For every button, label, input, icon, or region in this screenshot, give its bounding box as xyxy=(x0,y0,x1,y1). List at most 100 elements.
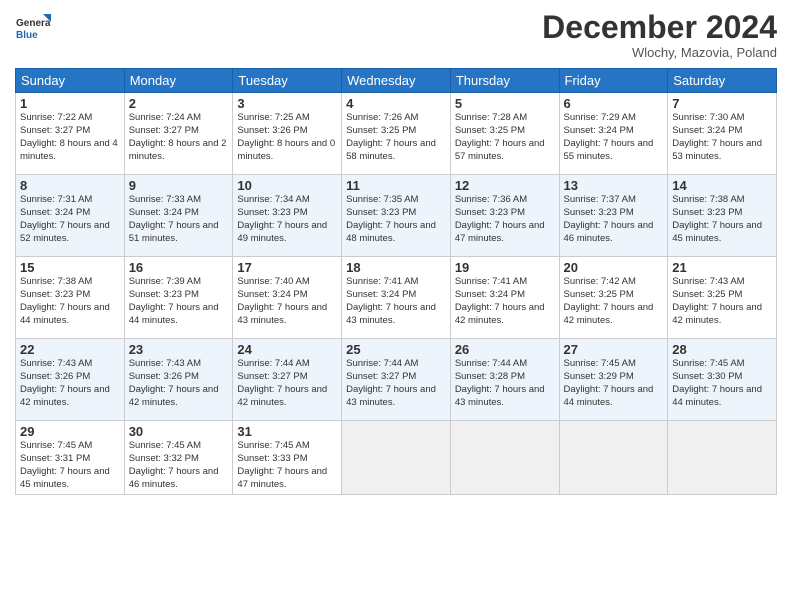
calendar-week-row: 1 Sunrise: 7:22 AMSunset: 3:27 PMDayligh… xyxy=(16,93,777,175)
logo-svg: General Blue xyxy=(15,10,51,46)
cell-info: Sunrise: 7:40 AMSunset: 3:24 PMDaylight:… xyxy=(237,276,337,327)
day-number: 29 xyxy=(20,424,120,439)
cell-info: Sunrise: 7:38 AMSunset: 3:23 PMDaylight:… xyxy=(20,276,120,327)
cell-info: Sunrise: 7:41 AMSunset: 3:24 PMDaylight:… xyxy=(346,276,446,327)
table-row: 17 Sunrise: 7:40 AMSunset: 3:24 PMDaylig… xyxy=(233,257,342,339)
table-row: 1 Sunrise: 7:22 AMSunset: 3:27 PMDayligh… xyxy=(16,93,125,175)
header-monday: Monday xyxy=(124,69,233,93)
calendar-week-row: 22 Sunrise: 7:43 AMSunset: 3:26 PMDaylig… xyxy=(16,339,777,421)
cell-info: Sunrise: 7:28 AMSunset: 3:25 PMDaylight:… xyxy=(455,112,555,163)
day-number: 1 xyxy=(20,96,120,111)
table-row: 20 Sunrise: 7:42 AMSunset: 3:25 PMDaylig… xyxy=(559,257,668,339)
cell-info: Sunrise: 7:22 AMSunset: 3:27 PMDaylight:… xyxy=(20,112,120,163)
calendar-week-row: 29 Sunrise: 7:45 AMSunset: 3:31 PMDaylig… xyxy=(16,421,777,495)
cell-info: Sunrise: 7:44 AMSunset: 3:27 PMDaylight:… xyxy=(237,358,337,409)
table-row xyxy=(668,421,777,495)
cell-info: Sunrise: 7:43 AMSunset: 3:26 PMDaylight:… xyxy=(20,358,120,409)
day-number: 2 xyxy=(129,96,229,111)
table-row: 8 Sunrise: 7:31 AMSunset: 3:24 PMDayligh… xyxy=(16,175,125,257)
cell-info: Sunrise: 7:45 AMSunset: 3:33 PMDaylight:… xyxy=(237,440,337,491)
cell-info: Sunrise: 7:45 AMSunset: 3:29 PMDaylight:… xyxy=(564,358,664,409)
table-row xyxy=(450,421,559,495)
cell-info: Sunrise: 7:43 AMSunset: 3:25 PMDaylight:… xyxy=(672,276,772,327)
table-row: 19 Sunrise: 7:41 AMSunset: 3:24 PMDaylig… xyxy=(450,257,559,339)
day-number: 17 xyxy=(237,260,337,275)
table-row: 7 Sunrise: 7:30 AMSunset: 3:24 PMDayligh… xyxy=(668,93,777,175)
cell-info: Sunrise: 7:25 AMSunset: 3:26 PMDaylight:… xyxy=(237,112,337,163)
header-tuesday: Tuesday xyxy=(233,69,342,93)
day-number: 27 xyxy=(564,342,664,357)
cell-info: Sunrise: 7:45 AMSunset: 3:31 PMDaylight:… xyxy=(20,440,120,491)
cell-info: Sunrise: 7:34 AMSunset: 3:23 PMDaylight:… xyxy=(237,194,337,245)
table-row: 18 Sunrise: 7:41 AMSunset: 3:24 PMDaylig… xyxy=(342,257,451,339)
table-row: 12 Sunrise: 7:36 AMSunset: 3:23 PMDaylig… xyxy=(450,175,559,257)
table-row: 16 Sunrise: 7:39 AMSunset: 3:23 PMDaylig… xyxy=(124,257,233,339)
day-number: 8 xyxy=(20,178,120,193)
day-number: 11 xyxy=(346,178,446,193)
day-number: 20 xyxy=(564,260,664,275)
calendar-header-row: Sunday Monday Tuesday Wednesday Thursday… xyxy=(16,69,777,93)
cell-info: Sunrise: 7:43 AMSunset: 3:26 PMDaylight:… xyxy=(129,358,229,409)
header-saturday: Saturday xyxy=(668,69,777,93)
day-number: 18 xyxy=(346,260,446,275)
day-number: 22 xyxy=(20,342,120,357)
day-number: 6 xyxy=(564,96,664,111)
cell-info: Sunrise: 7:38 AMSunset: 3:23 PMDaylight:… xyxy=(672,194,772,245)
day-number: 4 xyxy=(346,96,446,111)
table-row: 25 Sunrise: 7:44 AMSunset: 3:27 PMDaylig… xyxy=(342,339,451,421)
cell-info: Sunrise: 7:39 AMSunset: 3:23 PMDaylight:… xyxy=(129,276,229,327)
page: General Blue December 2024 Wlochy, Mazov… xyxy=(0,0,792,612)
table-row: 13 Sunrise: 7:37 AMSunset: 3:23 PMDaylig… xyxy=(559,175,668,257)
table-row: 30 Sunrise: 7:45 AMSunset: 3:32 PMDaylig… xyxy=(124,421,233,495)
day-number: 24 xyxy=(237,342,337,357)
table-row: 29 Sunrise: 7:45 AMSunset: 3:31 PMDaylig… xyxy=(16,421,125,495)
cell-info: Sunrise: 7:42 AMSunset: 3:25 PMDaylight:… xyxy=(564,276,664,327)
day-number: 12 xyxy=(455,178,555,193)
day-number: 16 xyxy=(129,260,229,275)
cell-info: Sunrise: 7:45 AMSunset: 3:32 PMDaylight:… xyxy=(129,440,229,491)
cell-info: Sunrise: 7:30 AMSunset: 3:24 PMDaylight:… xyxy=(672,112,772,163)
day-number: 31 xyxy=(237,424,337,439)
day-number: 19 xyxy=(455,260,555,275)
table-row: 10 Sunrise: 7:34 AMSunset: 3:23 PMDaylig… xyxy=(233,175,342,257)
day-number: 21 xyxy=(672,260,772,275)
table-row: 6 Sunrise: 7:29 AMSunset: 3:24 PMDayligh… xyxy=(559,93,668,175)
cell-info: Sunrise: 7:29 AMSunset: 3:24 PMDaylight:… xyxy=(564,112,664,163)
day-number: 3 xyxy=(237,96,337,111)
location: Wlochy, Mazovia, Poland xyxy=(542,45,777,60)
cell-info: Sunrise: 7:31 AMSunset: 3:24 PMDaylight:… xyxy=(20,194,120,245)
header-friday: Friday xyxy=(559,69,668,93)
table-row: 24 Sunrise: 7:44 AMSunset: 3:27 PMDaylig… xyxy=(233,339,342,421)
day-number: 9 xyxy=(129,178,229,193)
svg-text:Blue: Blue xyxy=(16,30,38,41)
cell-info: Sunrise: 7:44 AMSunset: 3:27 PMDaylight:… xyxy=(346,358,446,409)
day-number: 5 xyxy=(455,96,555,111)
cell-info: Sunrise: 7:36 AMSunset: 3:23 PMDaylight:… xyxy=(455,194,555,245)
day-number: 28 xyxy=(672,342,772,357)
title-area: December 2024 Wlochy, Mazovia, Poland xyxy=(542,10,777,60)
calendar-week-row: 8 Sunrise: 7:31 AMSunset: 3:24 PMDayligh… xyxy=(16,175,777,257)
table-row: 26 Sunrise: 7:44 AMSunset: 3:28 PMDaylig… xyxy=(450,339,559,421)
calendar-table: Sunday Monday Tuesday Wednesday Thursday… xyxy=(15,68,777,495)
header-sunday: Sunday xyxy=(16,69,125,93)
svg-text:General: General xyxy=(16,18,51,29)
day-number: 30 xyxy=(129,424,229,439)
month-title: December 2024 xyxy=(542,10,777,45)
day-number: 13 xyxy=(564,178,664,193)
cell-info: Sunrise: 7:33 AMSunset: 3:24 PMDaylight:… xyxy=(129,194,229,245)
table-row xyxy=(559,421,668,495)
header-wednesday: Wednesday xyxy=(342,69,451,93)
table-row: 21 Sunrise: 7:43 AMSunset: 3:25 PMDaylig… xyxy=(668,257,777,339)
cell-info: Sunrise: 7:41 AMSunset: 3:24 PMDaylight:… xyxy=(455,276,555,327)
table-row: 27 Sunrise: 7:45 AMSunset: 3:29 PMDaylig… xyxy=(559,339,668,421)
day-number: 26 xyxy=(455,342,555,357)
cell-info: Sunrise: 7:26 AMSunset: 3:25 PMDaylight:… xyxy=(346,112,446,163)
table-row: 31 Sunrise: 7:45 AMSunset: 3:33 PMDaylig… xyxy=(233,421,342,495)
day-number: 23 xyxy=(129,342,229,357)
table-row: 9 Sunrise: 7:33 AMSunset: 3:24 PMDayligh… xyxy=(124,175,233,257)
table-row: 28 Sunrise: 7:45 AMSunset: 3:30 PMDaylig… xyxy=(668,339,777,421)
table-row: 15 Sunrise: 7:38 AMSunset: 3:23 PMDaylig… xyxy=(16,257,125,339)
header: General Blue December 2024 Wlochy, Mazov… xyxy=(15,10,777,60)
calendar-week-row: 15 Sunrise: 7:38 AMSunset: 3:23 PMDaylig… xyxy=(16,257,777,339)
day-number: 7 xyxy=(672,96,772,111)
